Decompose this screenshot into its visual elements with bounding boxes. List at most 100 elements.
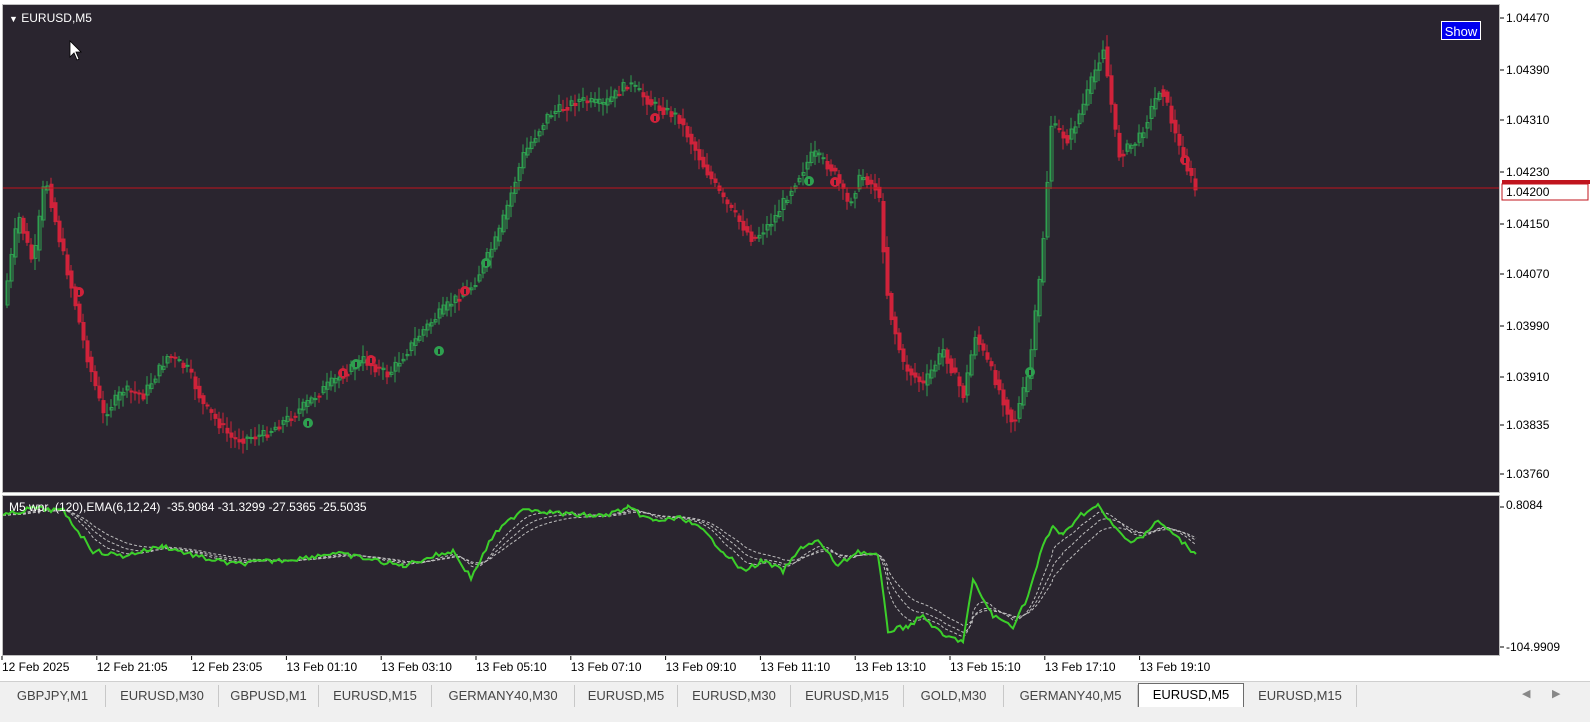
chart-tab-bar: GBPJPY,M1 EURUSD,M30 GBPUSD,M1 EURUSD,M15 GE…: [0, 681, 1590, 722]
candle-body: [697, 149, 702, 161]
time-tick-label: 13 Feb 17:10: [1045, 660, 1116, 674]
candle-body: [873, 183, 878, 191]
chart-tab[interactable]: GOLD,M30: [904, 685, 1004, 707]
signal-icon-mark: [808, 179, 810, 184]
ema-line-slow: [3, 510, 1197, 627]
candle-body: [669, 111, 674, 118]
candle-body: [81, 322, 86, 341]
candle-body: [693, 141, 698, 151]
candle-body: [753, 236, 758, 239]
candle-body: [269, 430, 274, 433]
candle-body: [653, 101, 658, 104]
candle-body: [625, 86, 630, 90]
signal-icon-mark: [78, 290, 80, 295]
candle-body: [1189, 168, 1194, 176]
wpr-line: [3, 502, 1197, 645]
candle-body: [729, 204, 734, 208]
candle-body: [897, 332, 902, 351]
candle-body: [1105, 46, 1110, 77]
candle-body: [217, 418, 222, 429]
tab-scroll-right-icon[interactable]: ▶: [1552, 687, 1560, 700]
candle-body: [21, 217, 26, 234]
chart-tab[interactable]: GERMANY40,M30: [432, 685, 575, 707]
candle-body: [825, 161, 830, 170]
candle-body: [233, 437, 238, 440]
candle-body: [1117, 132, 1122, 158]
candle-body: [249, 437, 254, 440]
chart-tab[interactable]: EURUSD,M5: [575, 685, 678, 707]
candle-body: [193, 376, 198, 390]
price-scale[interactable]: 1.04470 1.04390 1.04310 1.04230 1.04150 1.040…: [1500, 4, 1590, 493]
price-tick-label: 1.03760: [1506, 467, 1550, 481]
candle-body: [585, 100, 590, 104]
candle-body: [101, 400, 106, 414]
candle-body: [989, 361, 994, 367]
candle-body: [617, 93, 622, 96]
candle-body: [1165, 91, 1170, 103]
candle-body: [53, 202, 58, 223]
signal-icon-mark: [342, 371, 344, 376]
time-axis: 12 Feb 2025 12 Feb 21:05 12 Feb 23:05 13 Fe…: [0, 656, 1590, 680]
chart-tab[interactable]: GBPJPY,M1: [0, 685, 106, 707]
signal-icon-mark: [1184, 158, 1186, 163]
chart-tab[interactable]: EURUSD,M30: [678, 685, 791, 707]
candle-body: [681, 118, 686, 126]
candle-body: [829, 164, 834, 172]
candle-body: [293, 415, 298, 418]
candle-body: [865, 176, 870, 186]
signal-icon-mark: [485, 261, 487, 266]
candle-body: [65, 254, 70, 276]
candle-body: [633, 84, 638, 87]
candlestick-chart[interactable]: [3, 5, 1499, 492]
candle-body: [721, 192, 726, 198]
tab-scroll-left-icon[interactable]: ◀: [1522, 687, 1530, 700]
chart-tab[interactable]: EURUSD,M5: [1138, 683, 1244, 707]
candle-body: [29, 244, 34, 260]
price-tick-label: 1.04070: [1506, 267, 1550, 281]
indicator-pane[interactable]: M5 wpr (120),EMA(6,12,24) -35.9084 -31.3…: [2, 495, 1500, 656]
main-chart-pane[interactable]: ▼ EURUSD,M5 Show: [2, 4, 1500, 493]
candle-body: [197, 385, 202, 399]
chart-tab[interactable]: GERMANY40,M5: [1004, 685, 1138, 707]
time-tick-label: 13 Feb 05:10: [476, 660, 547, 674]
show-button[interactable]: Show: [1441, 21, 1481, 40]
signal-icon-mark: [307, 421, 309, 426]
time-tick-label: 12 Feb 2025: [2, 660, 70, 674]
chart-symbol-label: EURUSD,M5: [21, 11, 92, 25]
candle-body: [913, 372, 918, 378]
signal-icon-mark: [834, 180, 836, 185]
time-tick-label: 13 Feb 01:10: [286, 660, 357, 674]
candle-body: [869, 179, 874, 185]
collapse-triangle-icon[interactable]: ▼: [9, 14, 18, 24]
chart-tab[interactable]: EURUSD,M15: [319, 685, 432, 707]
candle-body: [69, 270, 74, 289]
chart-title[interactable]: ▼ EURUSD,M5: [9, 11, 92, 25]
chart-tab[interactable]: GBPUSD,M1: [219, 685, 319, 707]
current-price-label: 1.04200: [1506, 185, 1550, 199]
candles-group: [5, 35, 1198, 454]
wpr-indicator-chart[interactable]: [3, 496, 1499, 655]
signal-icon-mark: [464, 289, 466, 294]
candle-body: [213, 413, 218, 419]
time-tick-label: 13 Feb 09:10: [666, 660, 737, 674]
time-tick-label: 13 Feb 03:10: [381, 660, 452, 674]
chart-tab[interactable]: EURUSD,M30: [106, 685, 219, 707]
chart-tab[interactable]: EURUSD,M15: [1244, 685, 1357, 707]
candle-body: [225, 427, 230, 434]
chart-tab[interactable]: EURUSD,M15: [791, 685, 904, 707]
candle-body: [561, 109, 566, 111]
signal-icon-mark: [1029, 370, 1031, 375]
candle-body: [833, 167, 838, 172]
candle-body: [289, 418, 294, 421]
signal-icon-mark: [355, 362, 357, 367]
indicator-scale-bottom: -104.9909: [1506, 640, 1560, 654]
candle-body: [961, 385, 966, 399]
candle-body: [641, 92, 646, 98]
time-tick-label: 12 Feb 21:05: [97, 660, 168, 674]
candle-body: [57, 220, 62, 243]
candle-body: [25, 231, 30, 243]
candle-body: [317, 395, 322, 398]
candle-body: [229, 432, 234, 438]
time-tick-label: 13 Feb 07:10: [571, 660, 642, 674]
candle-body: [945, 349, 950, 364]
